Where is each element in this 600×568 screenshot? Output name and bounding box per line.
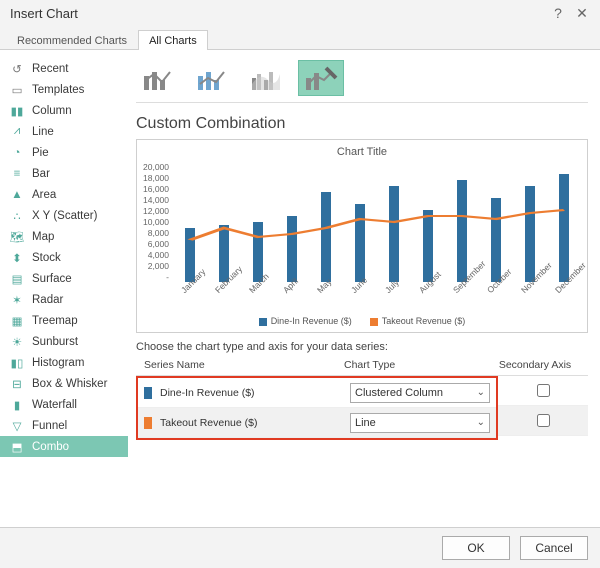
sidebar-item-label: Treemap bbox=[32, 315, 78, 327]
radar-icon: ✶ bbox=[8, 293, 26, 307]
sidebar-item-label: Box & Whisker bbox=[32, 378, 107, 390]
funnel-icon: ▽ bbox=[8, 419, 26, 433]
sidebar-item-label: Recent bbox=[32, 63, 68, 75]
series-row: Takeout Revenue ($)Line⌄ bbox=[138, 408, 496, 438]
sidebar-item-label: Map bbox=[32, 231, 54, 243]
sidebar-item-label: Line bbox=[32, 126, 54, 138]
scatter-icon: ∴ bbox=[8, 209, 26, 223]
sidebar-item-recent[interactable]: ↺ Recent bbox=[0, 58, 128, 79]
sidebar-item-stock[interactable]: ⬍ Stock bbox=[0, 247, 128, 268]
combo-subtype-1[interactable] bbox=[136, 60, 182, 96]
sidebar-item-label: X Y (Scatter) bbox=[32, 210, 97, 222]
chevron-down-icon: ⌄ bbox=[477, 387, 485, 398]
sidebar-item-box-whisker[interactable]: ⊟ Box & Whisker bbox=[0, 373, 128, 394]
sidebar-item-line[interactable]: ⩘ Line bbox=[0, 121, 128, 142]
sidebar-item-radar[interactable]: ✶ Radar bbox=[0, 289, 128, 310]
tab-all-charts[interactable]: All Charts bbox=[138, 30, 208, 50]
sidebar-item-label: Pie bbox=[32, 147, 49, 159]
tab-recommended-charts[interactable]: Recommended Charts bbox=[6, 30, 138, 50]
series-header-type: Chart Type bbox=[344, 359, 490, 371]
sidebar-item-label: Surface bbox=[32, 273, 72, 285]
sidebar-item-waterfall[interactable]: ▮ Waterfall bbox=[0, 394, 128, 415]
waterfall-icon: ▮ bbox=[8, 398, 26, 412]
stock-icon: ⬍ bbox=[8, 251, 26, 265]
chart-title: Chart Title bbox=[143, 146, 581, 158]
bar-icon: ≡ bbox=[8, 168, 26, 180]
series-header-axis: Secondary Axis bbox=[490, 359, 580, 371]
undo-icon: ↺ bbox=[8, 62, 26, 76]
sidebar-item-funnel[interactable]: ▽ Funnel bbox=[0, 415, 128, 436]
cancel-button[interactable]: Cancel bbox=[520, 536, 588, 560]
line-icon: ⩘ bbox=[8, 125, 26, 138]
combo-subtype-custom[interactable] bbox=[298, 60, 344, 96]
sidebar-item-surface[interactable]: ▤ Surface bbox=[0, 268, 128, 289]
sidebar-item-histogram[interactable]: ▮▯ Histogram bbox=[0, 352, 128, 373]
treemap-icon: ▦ bbox=[8, 314, 26, 328]
close-button[interactable]: ✕ bbox=[570, 1, 594, 25]
combo-icon: ⬒ bbox=[8, 440, 26, 454]
legend-item: Dine-In Revenue ($) bbox=[259, 316, 352, 326]
sidebar-item-label: Sunburst bbox=[32, 336, 78, 348]
sidebar-item-label: Waterfall bbox=[32, 399, 77, 411]
sidebar-item-treemap[interactable]: ▦ Treemap bbox=[0, 310, 128, 331]
section-heading: Custom Combination bbox=[136, 115, 588, 133]
series-swatch bbox=[144, 387, 152, 399]
sidebar-item-label: Templates bbox=[32, 84, 84, 96]
series-swatch bbox=[144, 417, 152, 429]
sidebar-item-templates[interactable]: ▭ Templates bbox=[0, 79, 128, 100]
pie-icon: ◔ bbox=[8, 147, 26, 159]
sidebar-item-bar[interactable]: ≡ Bar bbox=[0, 163, 128, 184]
area-icon: ▲ bbox=[8, 189, 26, 201]
combo-subtype-2[interactable] bbox=[190, 60, 236, 96]
histogram-icon: ▮▯ bbox=[8, 356, 26, 370]
chevron-down-icon: ⌄ bbox=[477, 417, 485, 428]
series-header-name: Series Name bbox=[144, 359, 344, 371]
sidebar-item-column[interactable]: ▮▮ Column bbox=[0, 100, 128, 121]
series-instruction: Choose the chart type and axis for your … bbox=[136, 341, 588, 353]
combo-subtype-3[interactable] bbox=[244, 60, 290, 96]
sidebar-item-label: Combo bbox=[32, 441, 69, 453]
secondary-axis-checkbox[interactable] bbox=[537, 384, 550, 397]
sidebar-item-pie[interactable]: ◔ Pie bbox=[0, 142, 128, 163]
dialog-title: Insert Chart bbox=[10, 6, 78, 21]
series-name: Dine-In Revenue ($) bbox=[160, 387, 350, 399]
column-icon: ▮▮ bbox=[8, 104, 26, 118]
sunburst-icon: ☀ bbox=[8, 335, 26, 349]
sidebar-item-label: Column bbox=[32, 105, 72, 117]
sidebar-item-label: Radar bbox=[32, 294, 63, 306]
sidebar-item-x-y-scatter-[interactable]: ∴ X Y (Scatter) bbox=[0, 205, 128, 226]
sidebar-item-label: Histogram bbox=[32, 357, 84, 369]
secondary-axis-checkbox[interactable] bbox=[537, 414, 550, 427]
chart-type-dropdown[interactable]: Clustered Column⌄ bbox=[350, 383, 490, 403]
map-icon: 🗺 bbox=[8, 230, 26, 244]
box-icon: ⊟ bbox=[8, 377, 26, 391]
sidebar-item-area[interactable]: ▲ Area bbox=[0, 184, 128, 205]
sidebar-item-sunburst[interactable]: ☀ Sunburst bbox=[0, 331, 128, 352]
sidebar-item-label: Bar bbox=[32, 168, 50, 180]
chart-preview: Chart Title 20,00018,00016,00014,00012,0… bbox=[136, 139, 588, 333]
sidebar-item-combo[interactable]: ⬒ Combo bbox=[0, 436, 128, 457]
sidebar-item-label: Funnel bbox=[32, 420, 67, 432]
sidebar-item-map[interactable]: 🗺 Map bbox=[0, 226, 128, 247]
sidebar-item-label: Stock bbox=[32, 252, 61, 264]
help-button[interactable]: ? bbox=[546, 1, 570, 25]
chart-type-dropdown[interactable]: Line⌄ bbox=[350, 413, 490, 433]
series-row: Dine-In Revenue ($)Clustered Column⌄ bbox=[138, 378, 496, 408]
surface-icon: ▤ bbox=[8, 272, 26, 286]
series-name: Takeout Revenue ($) bbox=[160, 417, 350, 429]
folder-icon: ▭ bbox=[8, 83, 26, 97]
sidebar-item-label: Area bbox=[32, 189, 56, 201]
legend-item: Takeout Revenue ($) bbox=[370, 316, 466, 326]
ok-button[interactable]: OK bbox=[442, 536, 510, 560]
